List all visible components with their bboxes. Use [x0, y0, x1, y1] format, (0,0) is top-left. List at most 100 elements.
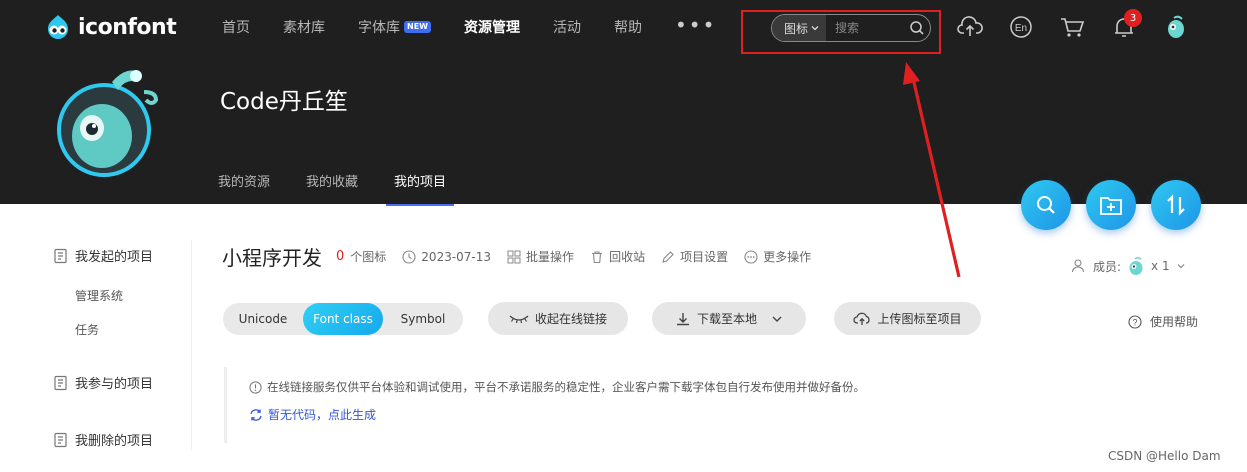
tab-unicode[interactable]: Unicode	[223, 303, 303, 335]
format-tabs: Unicode Font class Symbol	[223, 303, 463, 335]
nav-fonts-label: 字体库	[358, 20, 400, 36]
logo[interactable]: iconfont	[44, 12, 177, 42]
members-dropdown[interactable]: 成员: x 1	[1071, 256, 1186, 276]
members-label: 成员:	[1093, 259, 1122, 274]
download-button[interactable]: 下载至本地	[675, 310, 771, 327]
new-project-button[interactable]	[1086, 180, 1136, 230]
new-badge: NEW	[404, 21, 431, 33]
members-icon	[1071, 259, 1085, 273]
search-input[interactable]	[826, 21, 904, 35]
project-header: 小程序开发 0 个图标 2023-07-13 批量操作 回收站 项目设置 更多操…	[222, 242, 827, 271]
profile-avatar	[52, 62, 164, 178]
chevron-down-icon	[1177, 264, 1185, 269]
notice-message: 在线链接服务仅供平台体验和调试使用，平台不承诺服务的稳定性，企业客户需下载字体包…	[249, 379, 865, 395]
more-operations-label: 更多操作	[763, 250, 812, 264]
upload-icons-button[interactable]: 上传图标至项目	[834, 302, 981, 335]
more-operations-button[interactable]: 更多操作	[744, 248, 811, 265]
refresh-icon	[250, 408, 262, 421]
pencil-icon	[662, 250, 674, 263]
nav-activities-label: 活动	[552, 20, 581, 36]
info-icon	[249, 380, 262, 394]
recycle-bin-button[interactable]: 回收站	[590, 248, 645, 265]
nav-help-label: 帮助	[613, 20, 642, 36]
sort-icon	[1167, 194, 1185, 216]
chevron-down-icon[interactable]	[771, 313, 783, 325]
sidebar-item-admin-system[interactable]: 管理系统	[75, 287, 123, 304]
chevron-down-icon	[811, 26, 819, 31]
svg-text:En: En	[1015, 23, 1027, 34]
download-dropdown: 下载至本地	[652, 302, 806, 335]
header: iconfont 首页 素材库 字体库 NEW 资源管理 活动 帮助 ••• 图标	[0, 0, 1247, 206]
search-type-label: 图标	[784, 21, 809, 36]
tab-font-class[interactable]: Font class	[303, 303, 383, 335]
nav-materials[interactable]: 素材库	[283, 17, 325, 37]
language-en-icon[interactable]: En	[1007, 13, 1035, 41]
help-circle-icon: ?	[1128, 314, 1142, 329]
project-list-icon	[54, 375, 67, 390]
cart-icon[interactable]	[1058, 13, 1086, 41]
nav-resources[interactable]: 资源管理	[464, 17, 520, 37]
search-icon[interactable]	[904, 15, 930, 41]
project-date-text: 2023-07-13	[421, 249, 492, 264]
icon-count-text: 个图标	[350, 250, 387, 264]
sort-button[interactable]	[1151, 180, 1201, 230]
search-type-select[interactable]: 图标	[772, 15, 827, 41]
collapse-online-link-button[interactable]: 收起在线链接	[488, 302, 628, 335]
nav-resources-label: 资源管理	[463, 20, 520, 36]
grid-icon	[507, 250, 521, 263]
nav-activities[interactable]: 活动	[553, 17, 581, 37]
project-date: 2023-07-13	[402, 250, 491, 264]
nav-fonts[interactable]: 字体库 NEW	[358, 17, 431, 37]
online-link-notice: 在线链接服务仅供平台体验和调试使用，平台不承诺服务的稳定性，企业客户需下载字体包…	[224, 367, 924, 443]
trash-icon	[592, 250, 603, 263]
clock-icon	[402, 249, 416, 264]
batch-operations-label: 批量操作	[526, 250, 575, 264]
search-icon	[1037, 196, 1055, 214]
tab-my-resources[interactable]: 我的资源	[218, 171, 270, 206]
svg-text:?: ?	[1132, 317, 1137, 327]
tab-symbol[interactable]: Symbol	[383, 303, 463, 335]
sidebar-group-created[interactable]: 我发起的项目	[53, 246, 153, 265]
nav-home-label: 首页	[222, 20, 250, 36]
sidebar-group-joined[interactable]: 我参与的项目	[53, 373, 153, 392]
nav-home[interactable]: 首页	[222, 17, 250, 37]
search-box: 图标	[771, 14, 931, 42]
generate-code-link[interactable]: 暂无代码，点此生成	[249, 406, 376, 423]
tab-my-favorites[interactable]: 我的收藏	[306, 171, 358, 206]
icon-count-label: 个图标	[350, 248, 386, 265]
logo-icon	[48, 15, 68, 39]
project-search-button[interactable]	[1021, 180, 1071, 230]
usage-help-link[interactable]: ? 使用帮助	[1128, 313, 1198, 330]
cloud-upload-icon[interactable]	[956, 13, 984, 41]
notification-badge: 3	[1124, 9, 1142, 27]
eye-closed-icon	[509, 315, 529, 323]
sidebar-group-deleted-label: 我删除的项目	[75, 434, 154, 449]
nav-materials-label: 素材库	[283, 20, 325, 36]
batch-operations-button[interactable]: 批量操作	[507, 248, 574, 265]
download-label: 下载至本地	[696, 312, 757, 326]
cloud-upload-icon	[853, 312, 871, 325]
notice-text: 在线链接服务仅供平台体验和调试使用，平台不承诺服务的稳定性，企业客户需下载字体包…	[267, 380, 865, 394]
logo-text: iconfont	[78, 14, 177, 40]
main-nav: 首页 素材库 字体库 NEW 资源管理 活动 帮助 •••	[222, 13, 716, 37]
project-settings-label: 项目设置	[680, 250, 729, 264]
project-settings-button[interactable]: 项目设置	[661, 248, 728, 265]
profile-name: Code丹丘笙	[220, 89, 348, 115]
folder-add-icon	[1100, 197, 1122, 215]
page: iconfont 首页 素材库 字体库 NEW 资源管理 活动 帮助 ••• 图标	[0, 0, 1247, 472]
recycle-bin-label: 回收站	[609, 250, 646, 264]
members-count: x 1	[1151, 259, 1170, 273]
user-avatar-icon[interactable]	[1162, 13, 1190, 41]
member-avatar-icon	[1129, 256, 1143, 275]
project-title: 小程序开发	[222, 246, 322, 270]
download-icon	[676, 312, 689, 325]
project-list-icon	[54, 432, 67, 447]
nav-help[interactable]: 帮助	[614, 17, 642, 37]
generate-code-label: 暂无代码，点此生成	[268, 408, 377, 422]
sidebar-divider	[191, 240, 192, 450]
sidebar-group-deleted[interactable]: 我删除的项目	[53, 430, 153, 449]
tab-my-projects[interactable]: 我的项目	[386, 171, 455, 206]
sidebar-item-task[interactable]: 任务	[75, 321, 99, 338]
more-menu-icon[interactable]: •••	[675, 13, 716, 37]
profile-tabs: 我的资源 我的收藏 我的项目	[218, 171, 482, 206]
